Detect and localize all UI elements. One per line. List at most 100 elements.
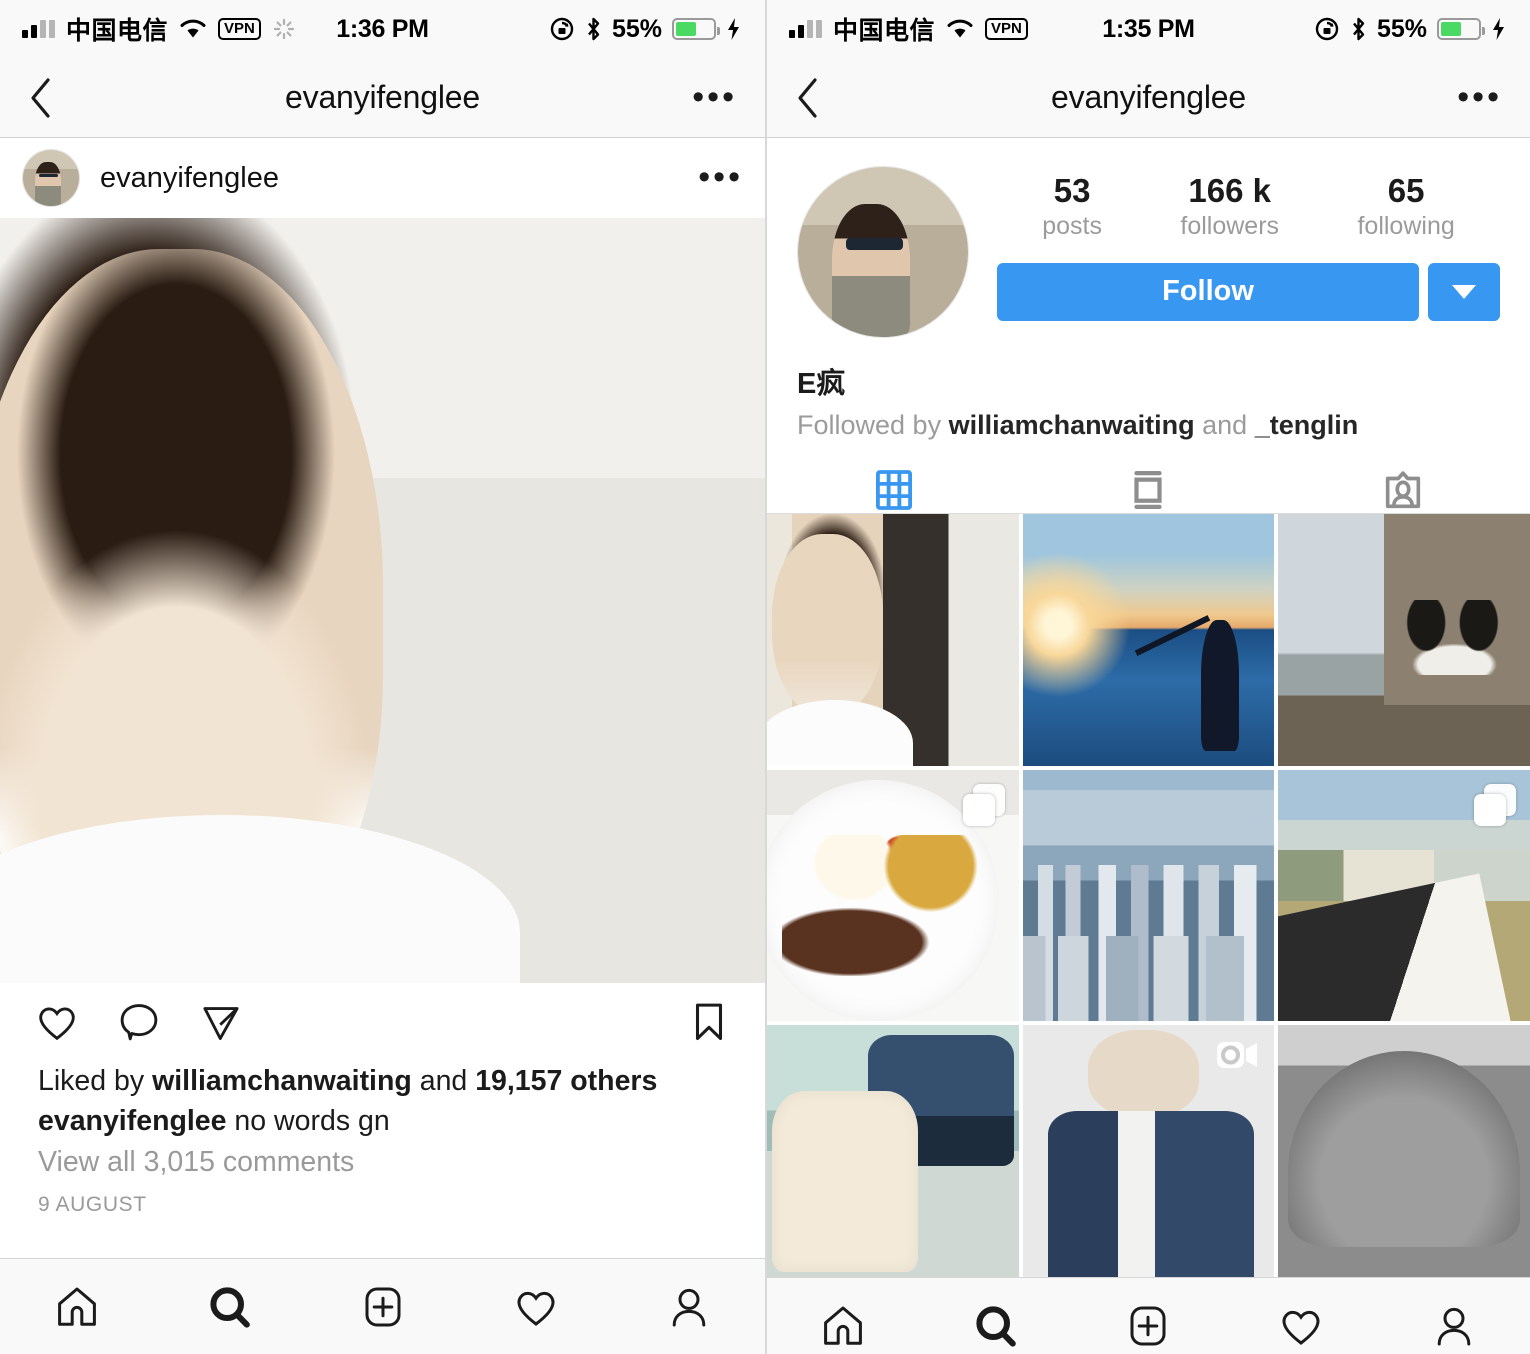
avatar-image [23, 150, 79, 206]
grid-cell[interactable] [767, 1025, 1019, 1278]
more-options-button[interactable]: ••• [692, 80, 737, 113]
battery-icon [672, 18, 720, 40]
search-icon[interactable] [972, 1302, 1020, 1350]
view-comments-link[interactable]: View all 3,015 comments [38, 1142, 727, 1182]
followed-by-user-2[interactable]: _tenglin [1255, 410, 1359, 440]
profile-avatar[interactable] [797, 166, 969, 338]
left-phone-screen: 中国电信 VPN 1:36 PM 55% evanyifenglee ••• e… [0, 0, 765, 1354]
grid-cell[interactable] [1022, 1025, 1275, 1278]
grid-cell[interactable] [1278, 514, 1530, 766]
post-date: 9 AUGUST [38, 1193, 147, 1217]
video-badge-icon [1216, 1039, 1260, 1076]
dual-screenshot-container: 中国电信 VPN 1:36 PM 55% evanyifenglee ••• e… [0, 0, 1530, 1354]
grid-photo-image [1022, 514, 1275, 766]
home-icon[interactable] [819, 1302, 867, 1350]
grid-cell[interactable] [767, 514, 1019, 766]
carousel-badge-icon [1474, 783, 1516, 826]
profile-display-name: E疯 [797, 368, 846, 400]
liked-by-username[interactable]: williamchanwaiting [152, 1065, 412, 1097]
tagged-photos-icon [1385, 471, 1420, 509]
bottom-tab-bar [767, 1277, 1530, 1354]
post-caption-block: Liked by williamchanwaiting and 19,157 o… [0, 1061, 765, 1217]
stat-followers[interactable]: 166 k followers [1180, 172, 1279, 241]
post-actions-row [0, 983, 765, 1061]
grid-cell[interactable] [1278, 1025, 1530, 1278]
rotation-lock-icon [1315, 17, 1339, 41]
stat-following-value: 65 [1387, 172, 1425, 209]
follow-button[interactable]: Follow [997, 262, 1419, 321]
followed-by-user-1[interactable]: williamchanwaiting [949, 410, 1195, 440]
bluetooth-icon [588, 17, 600, 41]
page-title: evanyifenglee [1051, 79, 1246, 115]
grid-cell[interactable] [1022, 769, 1275, 1022]
like-heart-icon[interactable] [34, 999, 80, 1045]
liked-by-others-count[interactable]: 19,157 others [475, 1065, 657, 1097]
stat-followers-value: 166 k [1188, 172, 1272, 209]
tab-tagged-photos[interactable] [1276, 467, 1530, 513]
grid-photo-image [1278, 514, 1530, 766]
post-author-avatar[interactable] [22, 149, 80, 207]
liked-by-prefix: Liked by [38, 1065, 153, 1097]
profile-person-icon[interactable] [665, 1283, 713, 1331]
stat-following[interactable]: 65 following [1357, 172, 1454, 241]
share-paperplane-icon[interactable] [198, 999, 244, 1045]
comment-bubble-icon[interactable] [116, 999, 162, 1045]
follow-dropdown-button[interactable] [1428, 262, 1500, 321]
grid-cell[interactable] [1278, 769, 1530, 1022]
chevron-down-icon [1452, 284, 1476, 299]
page-title: evanyifenglee [285, 79, 480, 115]
charging-bolt-icon [728, 18, 739, 40]
follow-button-row: Follow [997, 262, 1500, 321]
status-bar-right: 55% [1314, 0, 1506, 58]
grid-photo-image [1278, 1025, 1530, 1278]
caption-text: no words gn [226, 1105, 390, 1138]
tab-grid-view[interactable] [767, 467, 1021, 513]
add-post-icon[interactable] [359, 1283, 407, 1331]
stat-followers-label: followers [1180, 211, 1280, 240]
profile-person-icon[interactable] [1430, 1302, 1478, 1350]
activity-heart-icon[interactable] [1277, 1302, 1325, 1350]
carousel-badge-icon [962, 783, 1005, 826]
status-bar: 中国电信 VPN 1:35 PM 55% [767, 0, 1530, 58]
tab-list-view[interactable] [1021, 467, 1275, 513]
grid-photo-image [1022, 769, 1275, 1022]
caption-username[interactable]: evanyifenglee [38, 1105, 227, 1137]
profile-bio: E疯 Followed by williamchanwaiting and _t… [767, 338, 1530, 441]
profile-photo-grid [767, 514, 1530, 1278]
bluetooth-icon [1353, 17, 1365, 41]
nav-bar: evanyifenglee ••• [0, 58, 765, 138]
post-author-username[interactable]: evanyifenglee [100, 162, 279, 195]
charging-bolt-icon [1493, 18, 1504, 40]
post-header: evanyifenglee ••• [0, 138, 765, 218]
stat-posts-value: 53 [1053, 172, 1091, 209]
profile-view-tabs [767, 467, 1530, 514]
profile-header-right: 53 posts 166 k followers 65 following Fo… [997, 166, 1500, 321]
post-photo-image [0, 218, 765, 983]
followed-by-line: Followed by williamchanwaiting and _teng… [797, 410, 1500, 441]
right-phone-screen: 中国电信 VPN 1:35 PM 55% evanyifenglee ••• 5… [765, 0, 1530, 1354]
profile-header: 53 posts 166 k followers 65 following Fo… [767, 138, 1530, 338]
bookmark-icon[interactable] [687, 999, 731, 1045]
rotation-lock-icon [550, 17, 574, 41]
add-post-icon[interactable] [1124, 1302, 1172, 1350]
list-view-icon [1134, 471, 1163, 509]
activity-heart-icon[interactable] [512, 1283, 560, 1331]
liked-by-and: and [411, 1065, 476, 1097]
home-icon[interactable] [53, 1283, 101, 1331]
grid-photo-image [767, 1025, 1019, 1278]
grid-photo-image [767, 514, 1019, 766]
search-icon[interactable] [206, 1283, 254, 1331]
caption-line: evanyifenglee no words gn [38, 1101, 727, 1141]
post-photo[interactable] [0, 218, 765, 983]
battery-percent-label: 55% [611, 14, 662, 43]
more-options-button[interactable]: ••• [1457, 80, 1502, 113]
stat-posts[interactable]: 53 posts [1042, 172, 1102, 241]
stat-posts-label: posts [1042, 211, 1102, 240]
nav-bar: evanyifenglee ••• [767, 58, 1530, 138]
bottom-tab-bar [0, 1258, 765, 1354]
grid-cell[interactable] [767, 769, 1019, 1022]
avatar-image [798, 167, 968, 337]
post-more-options-button[interactable]: ••• [698, 161, 743, 194]
grid-cell[interactable] [1022, 514, 1275, 766]
battery-icon [1437, 18, 1485, 40]
